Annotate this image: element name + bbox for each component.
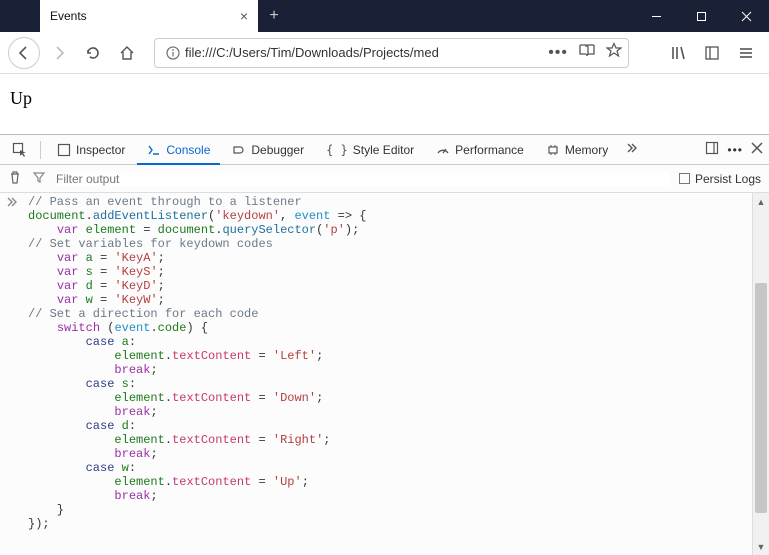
devtools-tabbar: Inspector Console Debugger { } Style Edi… (0, 135, 769, 165)
tab-title: Events (50, 9, 87, 23)
page-content: Up (0, 74, 769, 134)
console-prompt-icon (0, 193, 28, 555)
reload-button[interactable] (78, 38, 108, 68)
window-titlebar: Events × + (0, 0, 769, 32)
scroll-down-icon[interactable]: ▼ (753, 538, 769, 555)
console-output: // Pass an event through to a listener d… (0, 193, 769, 555)
console-code[interactable]: // Pass an event through to a listener d… (28, 193, 769, 555)
window-minimize-button[interactable] (634, 0, 679, 32)
checkbox-icon (679, 173, 690, 184)
new-tab-button[interactable]: + (258, 0, 290, 32)
forward-button (44, 38, 74, 68)
persist-logs-checkbox[interactable]: Persist Logs (679, 172, 761, 186)
devtools-options-icon[interactable]: ••• (727, 143, 743, 157)
browser-tab[interactable]: Events × (40, 0, 258, 32)
element-picker-icon[interactable] (6, 142, 34, 158)
console-filter-bar: Persist Logs (0, 165, 769, 193)
filter-input[interactable] (56, 172, 669, 186)
tabs-overflow-icon[interactable] (620, 142, 644, 157)
tab-memory[interactable]: Memory (536, 135, 618, 165)
console-scrollbar[interactable]: ▲ ▼ (752, 193, 769, 555)
tab-inspector[interactable]: Inspector (47, 135, 135, 165)
site-info-icon[interactable] (161, 46, 185, 60)
filter-icon[interactable] (32, 170, 46, 187)
devtools-close-icon[interactable] (751, 142, 763, 157)
back-button[interactable] (8, 37, 40, 69)
scroll-thumb[interactable] (755, 283, 767, 513)
dock-side-icon[interactable] (705, 141, 719, 158)
tab-style-editor[interactable]: { } Style Editor (316, 135, 424, 165)
devtools-panel: Inspector Console Debugger { } Style Edi… (0, 134, 769, 555)
page-heading: Up (10, 88, 32, 108)
app-menu-button[interactable] (731, 38, 761, 68)
scroll-up-icon[interactable]: ▲ (753, 193, 769, 210)
window-close-button[interactable] (724, 0, 769, 32)
home-button[interactable] (112, 38, 142, 68)
clear-console-icon[interactable] (8, 170, 22, 187)
bookmark-star-icon[interactable] (606, 42, 622, 63)
page-actions-icon[interactable]: ••• (548, 44, 568, 62)
sidebar-button[interactable] (697, 38, 727, 68)
tab-debugger[interactable]: Debugger (222, 135, 314, 165)
reader-mode-icon[interactable] (578, 43, 596, 62)
url-bar[interactable]: ••• (154, 38, 629, 68)
tab-console[interactable]: Console (137, 135, 220, 165)
url-input[interactable] (185, 45, 548, 60)
tab-close-icon[interactable]: × (240, 8, 248, 24)
tab-performance[interactable]: Performance (426, 135, 534, 165)
browser-toolbar: ••• (0, 32, 769, 74)
library-button[interactable] (663, 38, 693, 68)
window-maximize-button[interactable] (679, 0, 724, 32)
